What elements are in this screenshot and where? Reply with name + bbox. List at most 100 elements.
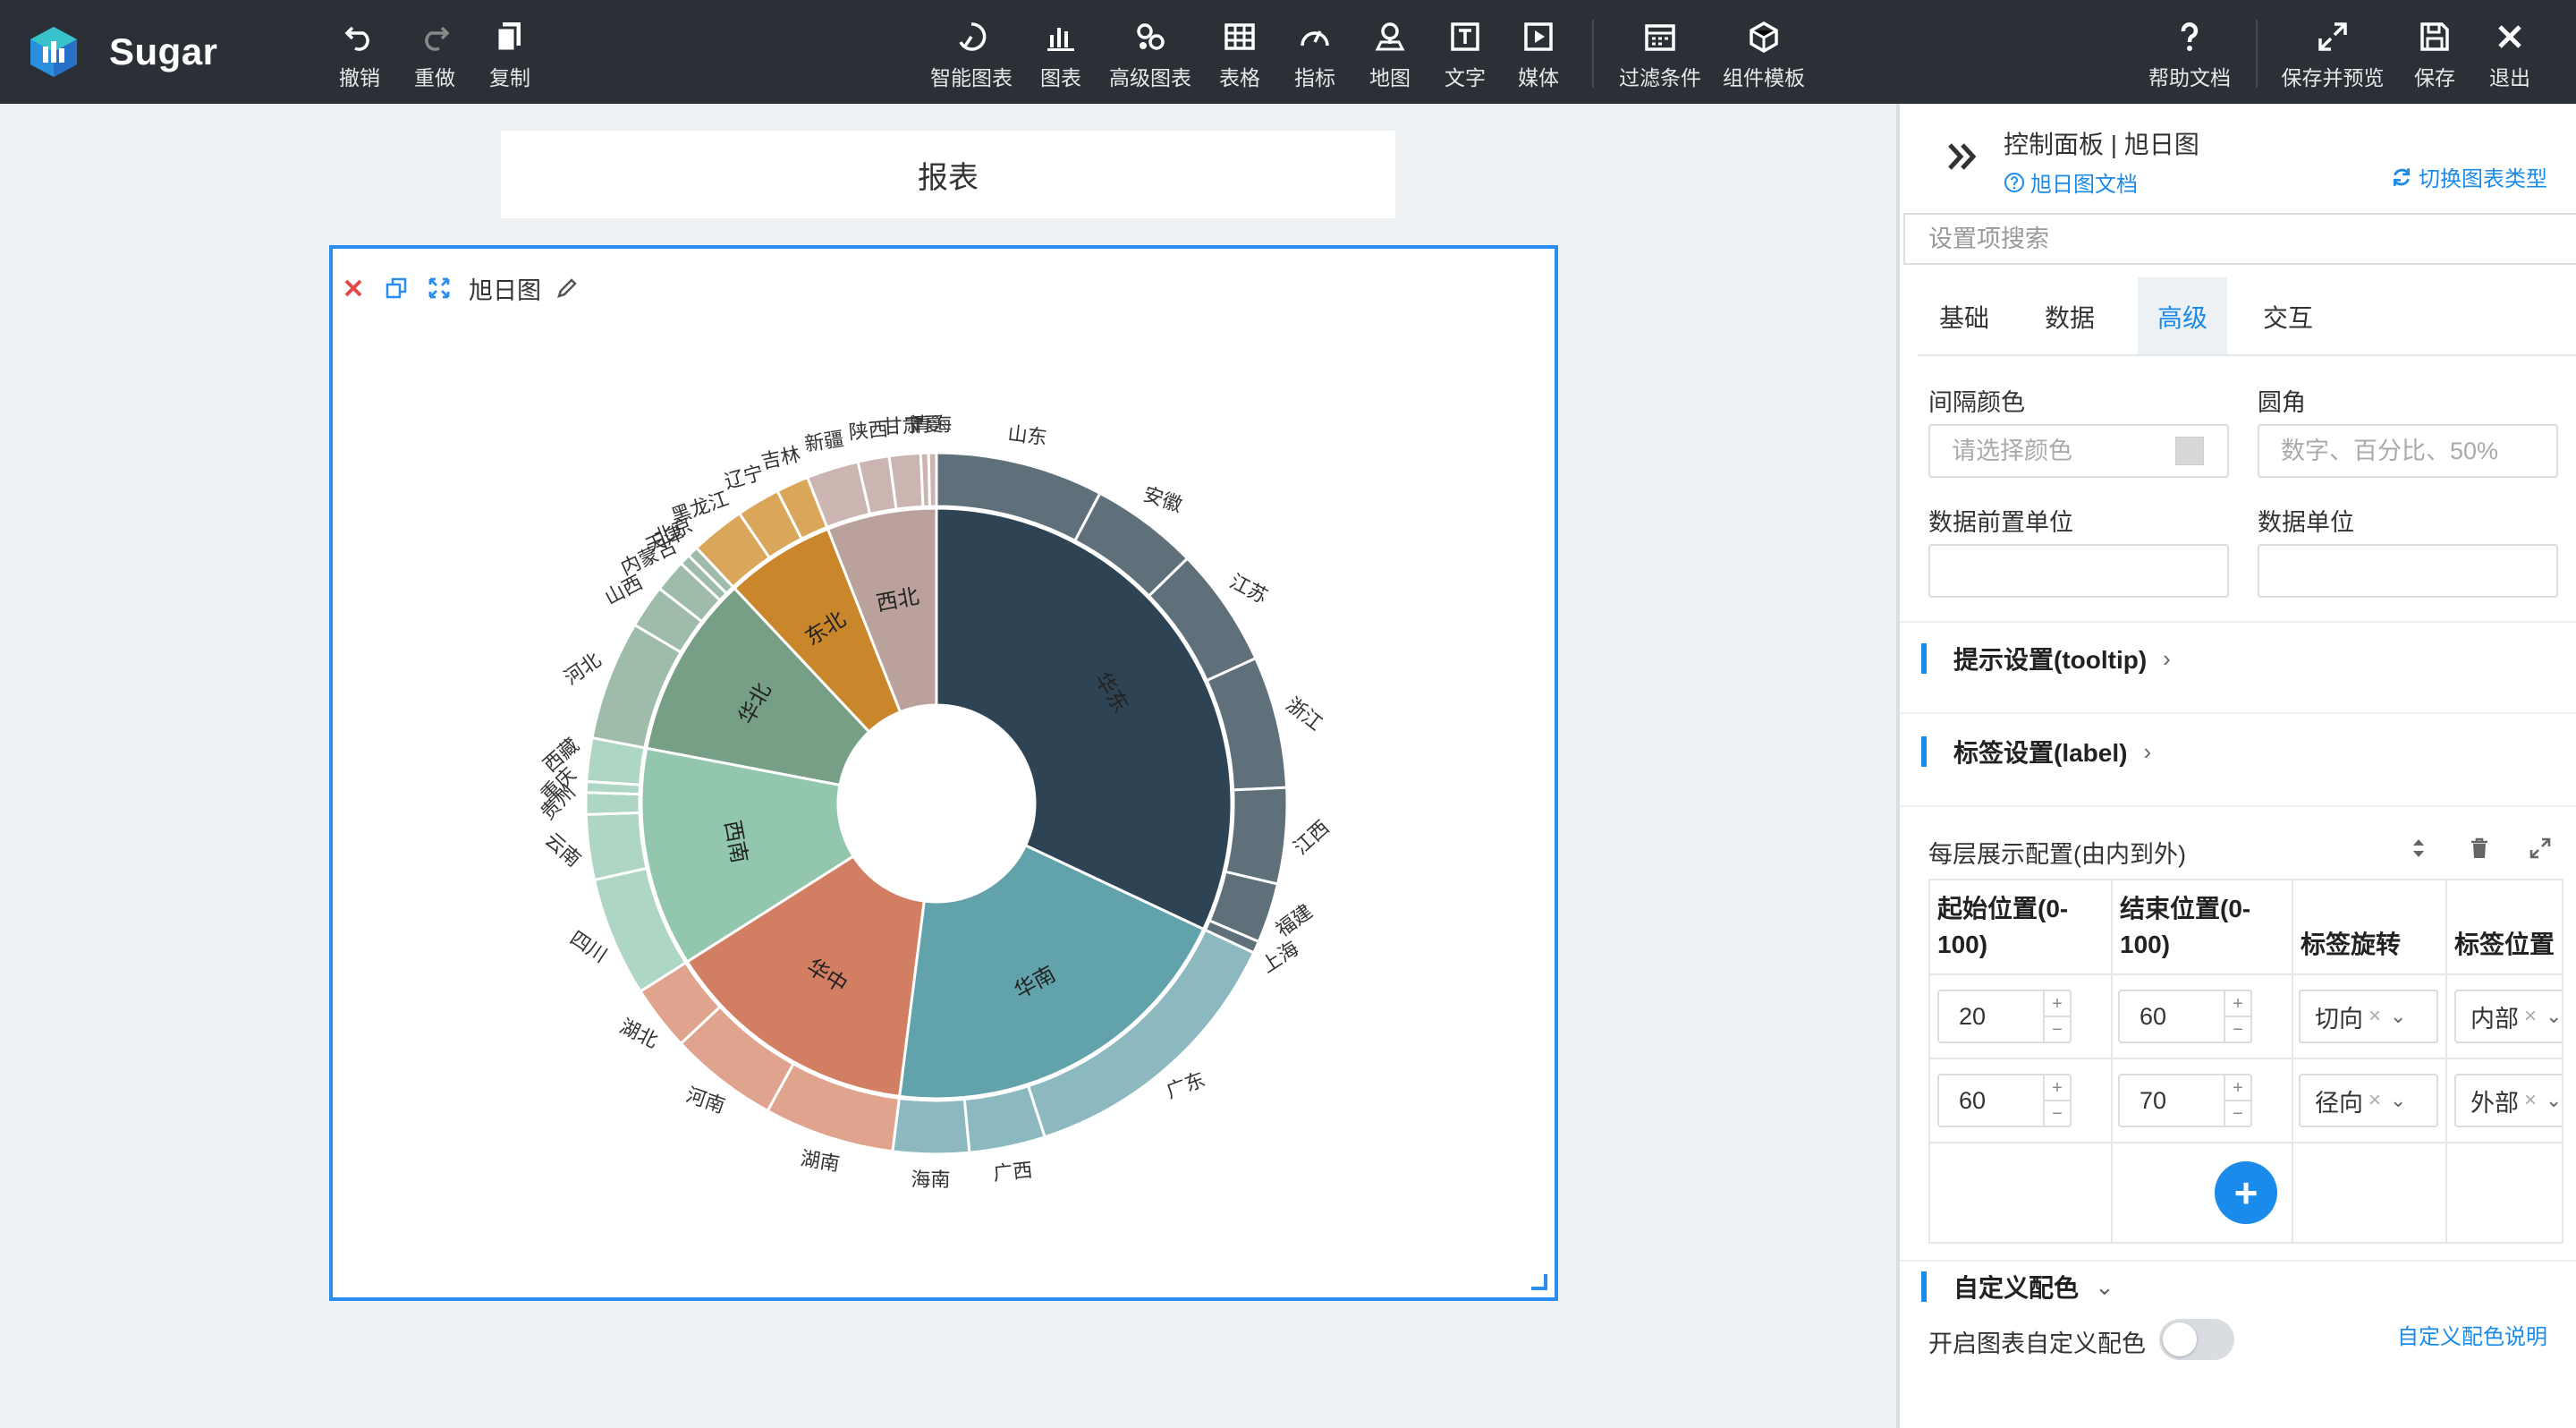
clear-icon[interactable]: × <box>2524 1088 2537 1113</box>
clear-icon[interactable]: × <box>2524 1004 2537 1029</box>
delete-icon[interactable] <box>340 275 367 302</box>
end-stepper[interactable]: 60 + − <box>2118 990 2252 1043</box>
data-prefix-unit-input[interactable] <box>1928 544 2229 598</box>
row-divider <box>1930 1058 2562 1059</box>
save-preview-button[interactable]: 保存并预览 <box>2279 16 2386 91</box>
plus-icon[interactable]: + <box>2045 991 2070 1017</box>
tab-interaction[interactable]: 交互 <box>2241 277 2334 356</box>
trash-icon[interactable] <box>2462 830 2497 866</box>
tab-basic[interactable]: 基础 <box>1918 277 2011 356</box>
undo-button[interactable]: 撤销 <box>335 16 385 91</box>
resize-handle[interactable] <box>1531 1274 1547 1290</box>
chart-doc-link[interactable]: 旭日图文档 <box>2004 166 2138 198</box>
outer-ring-label: 湖北 <box>616 1015 662 1052</box>
report-title[interactable]: 报表 <box>501 131 1395 218</box>
clear-icon[interactable]: × <box>2368 1004 2381 1029</box>
start-stepper[interactable]: 20 + − <box>1937 990 2072 1043</box>
tooltip-section-header[interactable]: 提示设置(tooltip) › <box>1921 639 2171 678</box>
plus-icon[interactable]: + <box>2225 1075 2250 1101</box>
outer-ring-segment[interactable] <box>891 1096 971 1156</box>
tooltip-section-title: 提示设置(tooltip) <box>1953 646 2148 674</box>
save-label: 保存 <box>2414 66 2455 89</box>
start-stepper[interactable]: 60 + − <box>1937 1074 2072 1127</box>
end-stepper[interactable]: 70 + − <box>2118 1074 2252 1127</box>
center-hole <box>838 705 1035 902</box>
copy-label: 复制 <box>489 66 530 89</box>
edit-pencil-icon[interactable] <box>554 275 580 302</box>
smart-chart-button[interactable]: 智能图表 <box>927 16 1016 91</box>
save-icon <box>2417 16 2453 57</box>
component-template-button[interactable]: 组件模板 <box>1719 16 1809 91</box>
switch-chart-type-label: 切换图表类型 <box>2419 167 2547 191</box>
data-prefix-unit-label: 数据前置单位 <box>1928 509 2073 536</box>
duplicate-icon[interactable] <box>383 275 410 302</box>
minus-icon[interactable]: − <box>2225 1017 2250 1041</box>
rotate-select[interactable]: 切向 × ⌄ <box>2299 990 2438 1043</box>
filter-button[interactable]: 过滤条件 <box>1615 16 1705 91</box>
expand-icon[interactable] <box>2522 830 2558 866</box>
plus-icon[interactable]: + <box>2225 991 2250 1017</box>
outer-ring-label: 江苏 <box>1226 570 1272 608</box>
save-button[interactable]: 保存 <box>2411 16 2458 91</box>
outer-ring-segment[interactable] <box>584 791 641 816</box>
rotate-select[interactable]: 径向 × ⌄ <box>2299 1074 2438 1127</box>
section-accent-bar <box>1921 1271 1927 1302</box>
table-button[interactable]: 表格 <box>1216 16 1263 91</box>
chart-card[interactable]: 华东 华南 华中 西南 华北 东北 西北 山东 安徽 江苏 浙江 江西 福建 上海 广东 广西 海南 湖南 河南 湖北… <box>329 245 1558 1301</box>
col-divider <box>2445 880 2447 1242</box>
radius-input[interactable] <box>2258 424 2558 478</box>
custom-color-help-link[interactable]: 自定义配色说明 <box>2397 1319 2547 1350</box>
minus-icon[interactable]: − <box>2045 1017 2070 1041</box>
outer-ring-segment[interactable] <box>887 451 925 511</box>
color-swatch[interactable] <box>2175 437 2204 465</box>
sort-icon[interactable] <box>2401 830 2436 866</box>
gap-color-label: 间隔颜色 <box>1928 389 2025 416</box>
fullscreen-icon[interactable] <box>426 275 453 302</box>
add-layer-button[interactable]: + <box>2215 1161 2277 1224</box>
map-button[interactable]: 地图 <box>1367 16 1413 91</box>
label-section-header[interactable]: 标签设置(label) › <box>1921 732 2151 771</box>
advanced-chart-label: 高级图表 <box>1109 66 1191 89</box>
outer-ring-label: 辽宁 <box>722 461 766 493</box>
start-value: 60 <box>1959 1086 1987 1114</box>
stepper-buttons[interactable]: + − <box>2224 1075 2250 1126</box>
media-icon <box>1521 16 1556 57</box>
outer-ring-segment[interactable] <box>1224 786 1289 886</box>
stepper-buttons[interactable]: + − <box>2043 1075 2070 1126</box>
redo-button[interactable]: 重做 <box>410 16 460 91</box>
position-select[interactable]: 内部 × ⌄ <box>2454 990 2562 1043</box>
custom-color-toggle[interactable] <box>2159 1319 2234 1360</box>
copy-button[interactable]: 复制 <box>485 16 535 91</box>
text-button[interactable]: 文字 <box>1442 16 1488 91</box>
plus-icon[interactable]: + <box>2045 1075 2070 1101</box>
outer-ring-segment[interactable] <box>927 451 938 508</box>
advanced-chart-icon <box>1132 16 1168 57</box>
save-preview-label: 保存并预览 <box>2281 66 2385 89</box>
outer-ring-label: 云南 <box>541 829 586 871</box>
clear-icon[interactable]: × <box>2368 1088 2381 1113</box>
data-unit-label: 数据单位 <box>2258 509 2354 536</box>
media-button[interactable]: 媒体 <box>1515 16 1562 91</box>
position-select[interactable]: 外部 × ⌄ <box>2454 1074 2562 1127</box>
stepper-buttons[interactable]: + − <box>2224 991 2250 1041</box>
data-unit-input[interactable] <box>2258 544 2558 598</box>
indicator-button[interactable]: 指标 <box>1292 16 1338 91</box>
exit-button[interactable]: 退出 <box>2487 16 2533 91</box>
chart-button[interactable]: 图表 <box>1038 16 1084 91</box>
component-template-label: 组件模板 <box>1723 66 1805 89</box>
switch-chart-type-link[interactable]: 切换图表类型 <box>2390 161 2547 192</box>
settings-search-input[interactable] <box>1903 213 2576 265</box>
tab-data[interactable]: 数据 <box>2023 277 2116 356</box>
tab-advanced[interactable]: 高级 <box>2138 277 2227 356</box>
outer-ring-segment[interactable] <box>584 811 648 882</box>
help-button[interactable]: 帮助文档 <box>2145 16 2234 91</box>
minus-icon[interactable]: − <box>2045 1101 2070 1126</box>
rotate-value: 径向 <box>2315 1089 2363 1117</box>
outer-ring-label: 黑龙江 <box>668 487 732 527</box>
stepper-buttons[interactable]: + − <box>2043 991 2070 1041</box>
advanced-chart-button[interactable]: 高级图表 <box>1106 16 1195 91</box>
outer-ring-label: 新疆 <box>803 428 845 455</box>
minus-icon[interactable]: − <box>2225 1101 2250 1126</box>
custom-color-section-header[interactable]: 自定义配色 ⌄ <box>1921 1267 2114 1306</box>
collapse-panel-icon[interactable] <box>1943 136 1984 177</box>
